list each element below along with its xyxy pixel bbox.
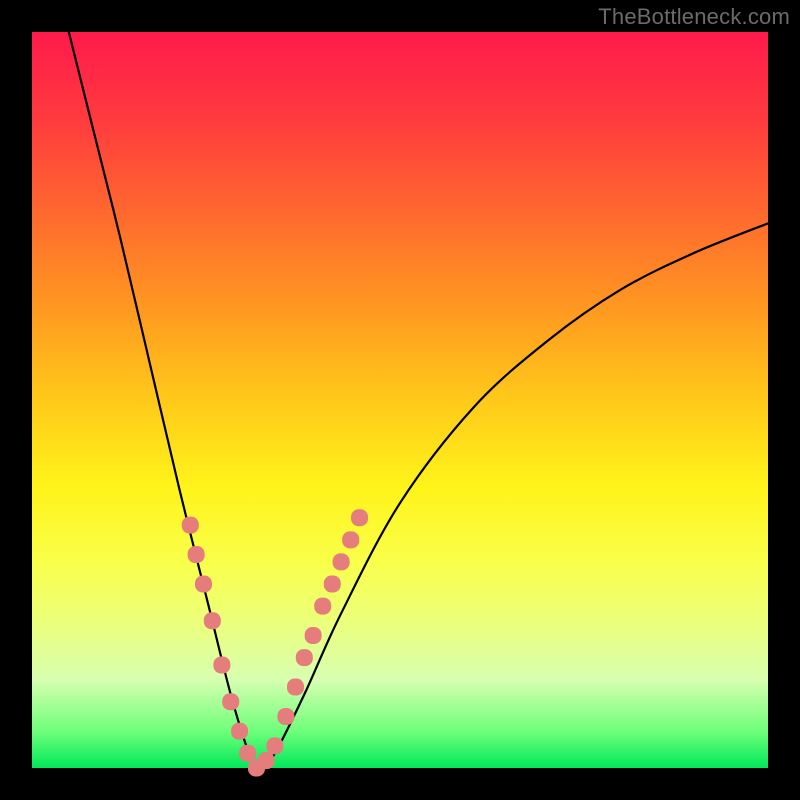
data-marker <box>258 752 275 769</box>
curve-layer <box>32 32 768 768</box>
chart-frame: TheBottleneck.com <box>0 0 800 800</box>
data-marker <box>266 737 283 754</box>
data-marker <box>188 546 205 563</box>
bottleneck-curve <box>69 32 768 768</box>
data-marker <box>333 553 350 570</box>
data-marker <box>287 679 304 696</box>
data-marker <box>314 598 331 615</box>
data-marker <box>342 531 359 548</box>
data-marker <box>213 656 230 673</box>
data-marker <box>296 649 313 666</box>
data-marker <box>231 723 248 740</box>
watermark-label: TheBottleneck.com <box>598 4 790 30</box>
marker-group <box>182 509 368 776</box>
data-marker <box>182 517 199 534</box>
data-marker <box>239 745 256 762</box>
data-marker <box>277 708 294 725</box>
data-marker <box>222 693 239 710</box>
plot-area <box>32 32 768 768</box>
data-marker <box>195 576 212 593</box>
data-marker <box>324 576 341 593</box>
data-marker <box>204 612 221 629</box>
data-marker <box>305 627 322 644</box>
data-marker <box>351 509 368 526</box>
